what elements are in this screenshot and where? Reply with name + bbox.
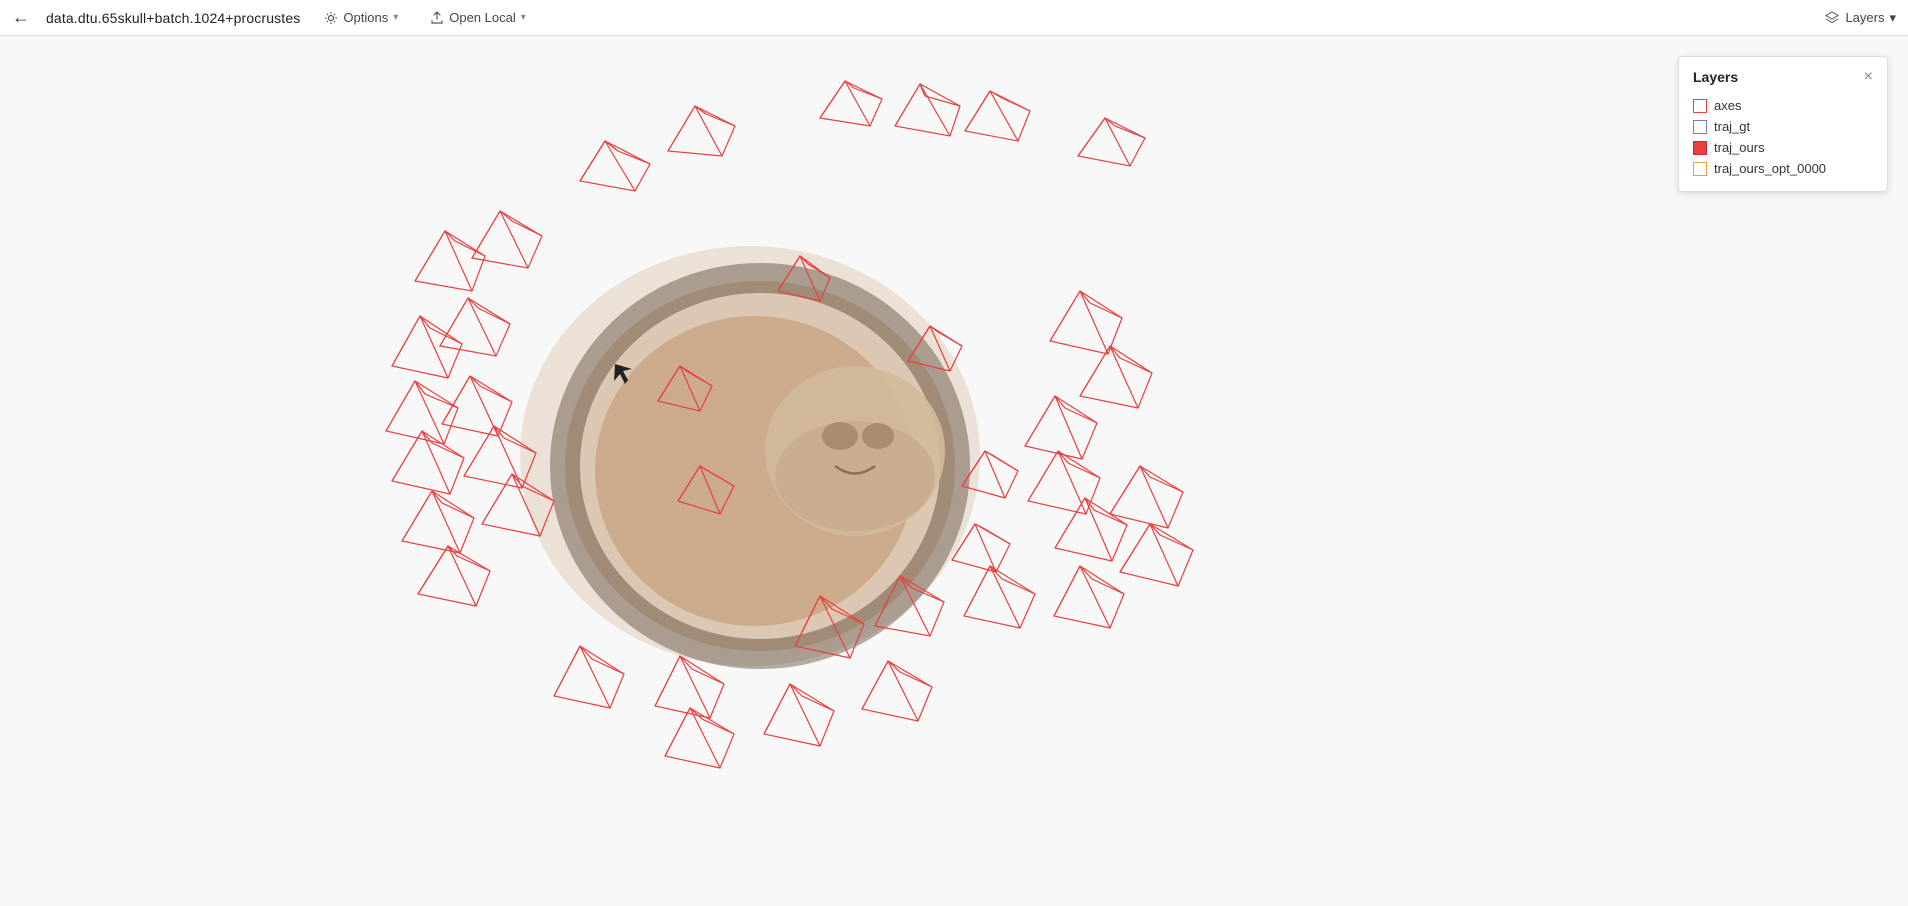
layer-item-traj-ours[interactable]: traj_ours — [1693, 137, 1873, 158]
options-label: Options — [343, 10, 388, 25]
gear-icon — [324, 11, 338, 25]
layers-chevron: ▾ — [1889, 10, 1896, 26]
layer-label-traj-gt: traj_gt — [1714, 119, 1750, 134]
layer-item-traj-ours-opt[interactable]: traj_ours_opt_0000 — [1693, 158, 1873, 179]
3d-scene — [0, 36, 1908, 906]
open-local-label: Open Local — [449, 10, 516, 25]
layers-button[interactable]: Layers ▾ — [1824, 10, 1896, 26]
layer-color-traj-ours — [1693, 141, 1707, 155]
layer-color-traj-ours-opt — [1693, 162, 1707, 176]
layer-label-traj-ours-opt: traj_ours_opt_0000 — [1714, 161, 1826, 176]
close-panel-button[interactable]: × — [1864, 69, 1873, 85]
layer-color-traj-gt — [1693, 120, 1707, 134]
topbar: ← data.dtu.65skull+batch.1024+procrustes… — [0, 0, 1908, 36]
options-button[interactable]: Options ▾ — [316, 7, 406, 28]
layer-item-axes[interactable]: axes — [1693, 95, 1873, 116]
open-local-chevron: ▾ — [521, 12, 526, 23]
page-title: data.dtu.65skull+batch.1024+procrustes — [46, 10, 300, 26]
layer-label-axes: axes — [1714, 98, 1741, 113]
back-button[interactable]: ← — [12, 7, 30, 28]
options-chevron: ▾ — [393, 12, 398, 23]
open-local-button[interactable]: Open Local ▾ — [422, 7, 534, 28]
viewport[interactable] — [0, 36, 1908, 906]
panel-header: Layers × — [1693, 69, 1873, 85]
layers-panel: Layers × axes traj_gt traj_ours traj_our… — [1678, 56, 1888, 192]
layer-item-traj-gt[interactable]: traj_gt — [1693, 116, 1873, 137]
layer-label-traj-ours: traj_ours — [1714, 140, 1765, 155]
upload-icon — [430, 11, 444, 25]
layers-panel-title: Layers — [1693, 69, 1738, 85]
layer-color-axes — [1693, 99, 1707, 113]
layers-icon — [1824, 10, 1840, 26]
layers-label: Layers — [1845, 10, 1884, 25]
